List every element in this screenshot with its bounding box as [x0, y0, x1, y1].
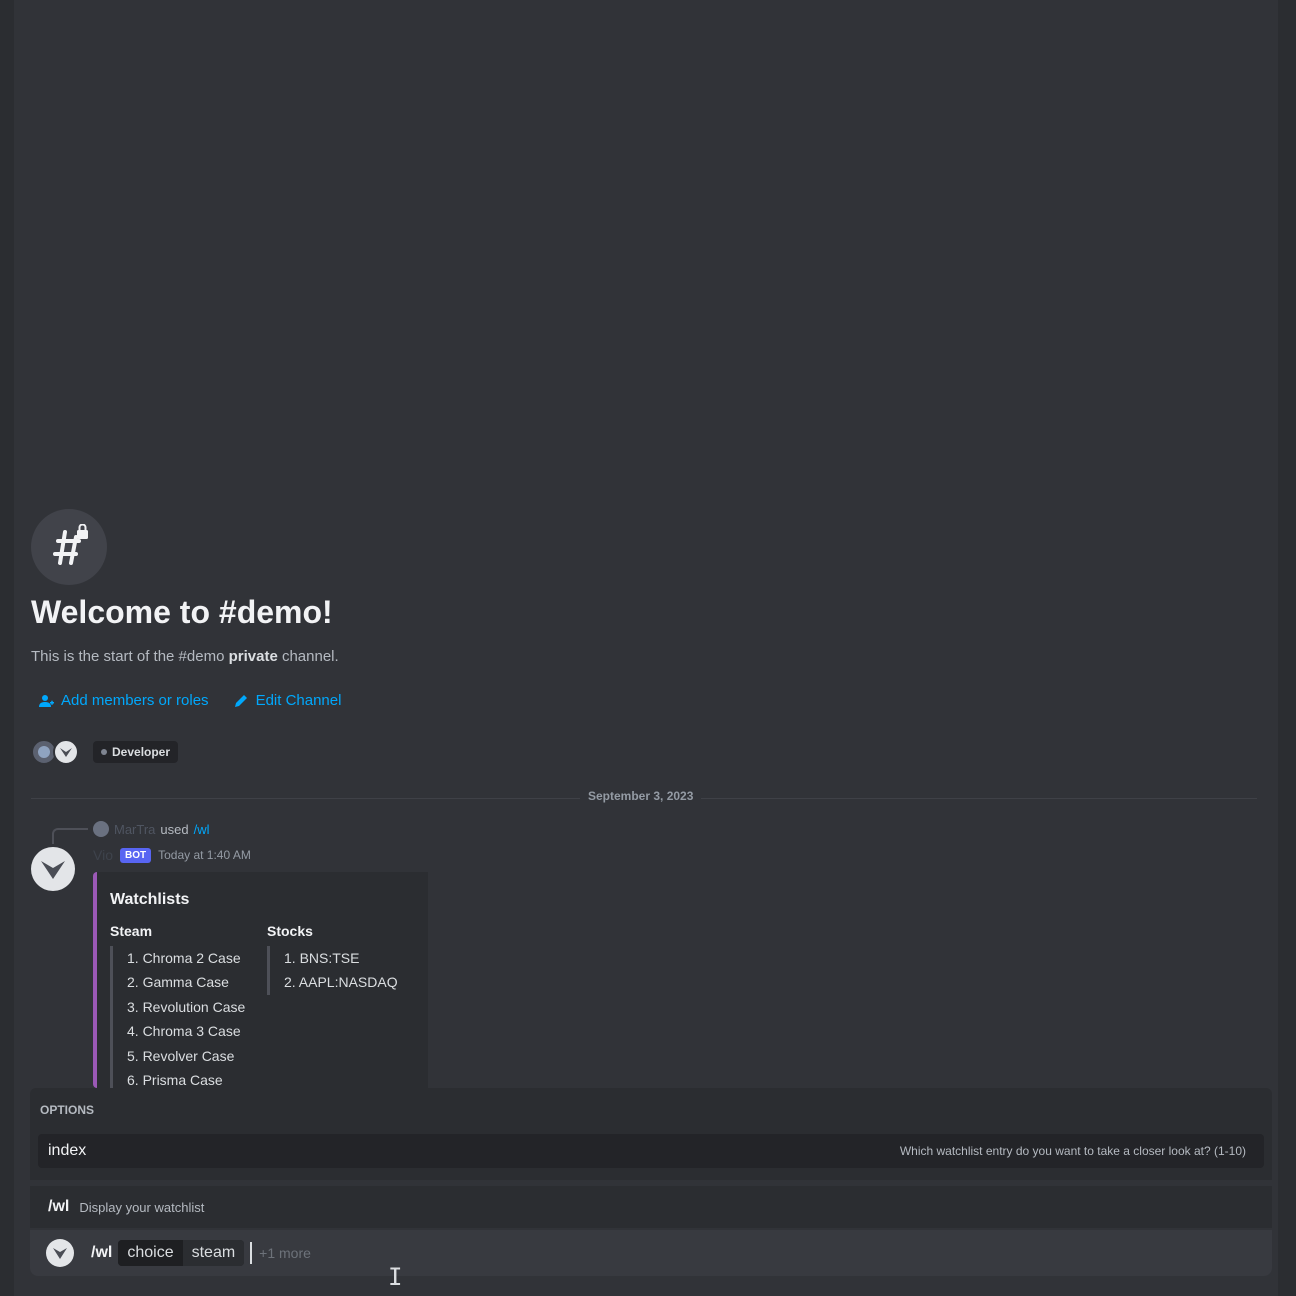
option-chip-value[interactable]: steam	[182, 1240, 245, 1266]
command-description: Display your watchlist	[79, 1199, 205, 1215]
person-add-icon	[39, 694, 54, 707]
text-cursor-icon: I	[388, 1263, 403, 1291]
interaction-reference[interactable]: MarTra used /wl	[93, 821, 210, 837]
edit-channel-button[interactable]: Edit Channel	[233, 692, 342, 709]
bot-avatar[interactable]	[53, 739, 79, 765]
command-info-row[interactable]: /wl Display your watchlist	[30, 1186, 1272, 1228]
options-heading: OPTIONS	[40, 1103, 95, 1117]
welcome-subtitle: This is the start of the #demo private c…	[31, 648, 339, 665]
message-input[interactable]: /wl choice steam +1 more	[30, 1230, 1272, 1276]
channel-actions: Add members or roles Edit Channel	[38, 692, 341, 709]
embed-quote-list: 1. Chroma 2 Case 2. Gamma Case 3. Revolu…	[110, 946, 245, 1088]
option-description: Which watchlist entry do you want to tak…	[899, 1144, 1246, 1158]
list-item: 2. AAPL:NASDAQ	[284, 974, 398, 991]
embed-field-heading: Stocks	[267, 923, 313, 939]
bot-message-avatar[interactable]	[31, 847, 75, 891]
reply-command[interactable]: /wl	[194, 822, 210, 837]
embed-field-heading: Steam	[110, 923, 153, 939]
embed-field-steam: Steam 1. Chroma 2 Case 2. Gamma Case 3. …	[110, 923, 245, 1088]
list-item: 5. Revolver Case	[127, 1047, 235, 1064]
reply-connector	[52, 828, 88, 844]
option-chip-key: choice	[118, 1240, 183, 1266]
option-index[interactable]: index Which watchlist entry do you want …	[38, 1134, 1264, 1168]
left-edge	[0, 0, 14, 1296]
message-timestamp: Today at 1:40 AM	[158, 848, 251, 862]
input-command: /wl	[91, 1244, 113, 1261]
role-pill[interactable]: Developer	[93, 741, 179, 763]
reply-avatar	[93, 821, 109, 837]
command-name: /wl	[48, 1198, 70, 1215]
private-channel-icon	[31, 509, 107, 585]
reply-username[interactable]: MarTra	[114, 822, 155, 837]
channel-members: Developer	[31, 739, 179, 765]
list-item: 6. Prisma Case	[127, 1071, 223, 1088]
option-chip-choice[interactable]: choice steam	[118, 1240, 245, 1266]
role-label: Developer	[112, 745, 171, 759]
bot-username[interactable]: Vio	[93, 847, 113, 863]
option-name: index	[48, 1142, 87, 1159]
add-members-button[interactable]: Add members or roles	[38, 692, 209, 709]
embed-quote-list: 1. BNS:TSE 2. AAPL:NASDAQ	[267, 946, 398, 995]
command-options-panel: OPTIONS index Which watchlist entry do y…	[30, 1088, 1272, 1180]
bot-badge: BOT	[119, 847, 152, 863]
date-divider-label: September 3, 2023	[580, 789, 702, 803]
watchlist-embed: Watchlists Steam 1. Chroma 2 Case 2. Gam…	[93, 872, 428, 1088]
role-color-dot	[101, 749, 107, 755]
embed-field-stocks: Stocks 1. BNS:TSE 2. AAPL:NASDAQ	[267, 923, 398, 995]
embed-title: Watchlists	[110, 891, 190, 908]
add-members-label: Add members or roles	[61, 692, 209, 709]
scrollbar-track[interactable]	[1278, 0, 1296, 1296]
text-caret	[250, 1242, 253, 1264]
edit-channel-label: Edit Channel	[255, 692, 342, 709]
list-item: 1. Chroma 2 Case	[127, 950, 241, 966]
list-item: 1. BNS:TSE	[284, 950, 360, 966]
more-options-hint: +1 more	[259, 1245, 311, 1261]
reply-used-text: used	[160, 821, 189, 837]
welcome-title: Welcome to #demo!	[31, 594, 333, 630]
list-item: 4. Chroma 3 Case	[127, 1023, 241, 1040]
command-app-icon	[46, 1239, 74, 1267]
list-item: 3. Revolution Case	[127, 998, 246, 1015]
list-item: 2. Gamma Case	[127, 974, 229, 991]
pencil-icon	[234, 694, 247, 707]
message-header: Vio BOT Today at 1:40 AM	[93, 847, 251, 863]
